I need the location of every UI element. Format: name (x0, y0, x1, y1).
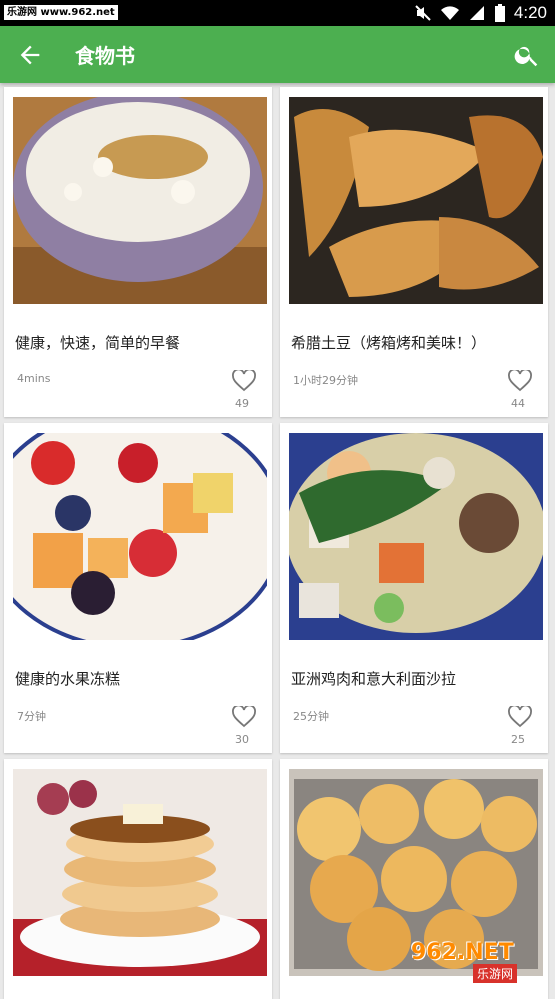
battery-icon (494, 4, 505, 22)
heart-icon (232, 704, 256, 728)
clock: 4:20 (513, 3, 547, 22)
mute-icon (415, 5, 431, 21)
recipe-time: 1小时29分钟 (293, 374, 358, 387)
signal-icon (469, 6, 484, 20)
like-count: 30 (235, 733, 249, 746)
like-button[interactable] (232, 704, 256, 728)
recipe-photo (13, 433, 267, 640)
status-icons: 4:20 (414, 0, 555, 26)
recipe-card[interactable] (4, 759, 272, 999)
status-bar: 乐游网 www.962.net 4:20 (0, 0, 555, 26)
recipe-photo (13, 97, 267, 304)
recipe-card[interactable]: 亚洲鸡肉和意大利面沙拉 25分钟 25 (280, 423, 548, 753)
recipe-card[interactable]: 健康的水果冻糕 7分钟 30 (4, 423, 272, 753)
recipe-card[interactable]: 健康，快速，简单的早餐 4mins 49 (4, 87, 272, 417)
watermark-site-badge: 乐游网 www.962.net (4, 5, 118, 20)
search-button[interactable] (513, 41, 541, 69)
recipe-time: 7分钟 (17, 710, 46, 723)
like-count: 44 (511, 397, 525, 410)
like-count: 49 (235, 397, 249, 410)
app-toolbar: 食物书 (0, 26, 555, 83)
recipe-name: 亚洲鸡肉和意大利面沙拉 (291, 670, 457, 688)
watermark: 962.NET 乐游网 (407, 940, 547, 984)
heart-icon (508, 704, 532, 728)
back-button[interactable] (16, 41, 44, 69)
recipe-photo (13, 769, 267, 976)
like-count: 25 (511, 733, 525, 746)
arrow-back-icon (20, 45, 40, 65)
heart-icon (232, 368, 256, 392)
recipe-name: 希腊土豆（烤箱烤和美味！） (291, 334, 487, 352)
wifi-icon (440, 6, 459, 21)
search-icon (514, 46, 538, 67)
recipe-card[interactable]: 希腊土豆（烤箱烤和美味！） 1小时29分钟 44 (280, 87, 548, 417)
recipe-time: 4mins (17, 372, 51, 385)
heart-icon (508, 368, 532, 392)
watermark-brand: 962.NET (411, 940, 514, 965)
recipe-name: 健康，快速，简单的早餐 (15, 334, 181, 352)
recipe-name: 健康的水果冻糕 (15, 670, 121, 688)
like-button[interactable] (232, 368, 256, 392)
watermark-sub: 乐游网 (473, 964, 518, 983)
page-title: 食物书 (75, 44, 135, 68)
recipe-photo (289, 97, 543, 304)
like-button[interactable] (508, 704, 532, 728)
recipe-photo (289, 433, 543, 640)
like-button[interactable] (508, 368, 532, 392)
recipe-time: 25分钟 (293, 710, 329, 723)
